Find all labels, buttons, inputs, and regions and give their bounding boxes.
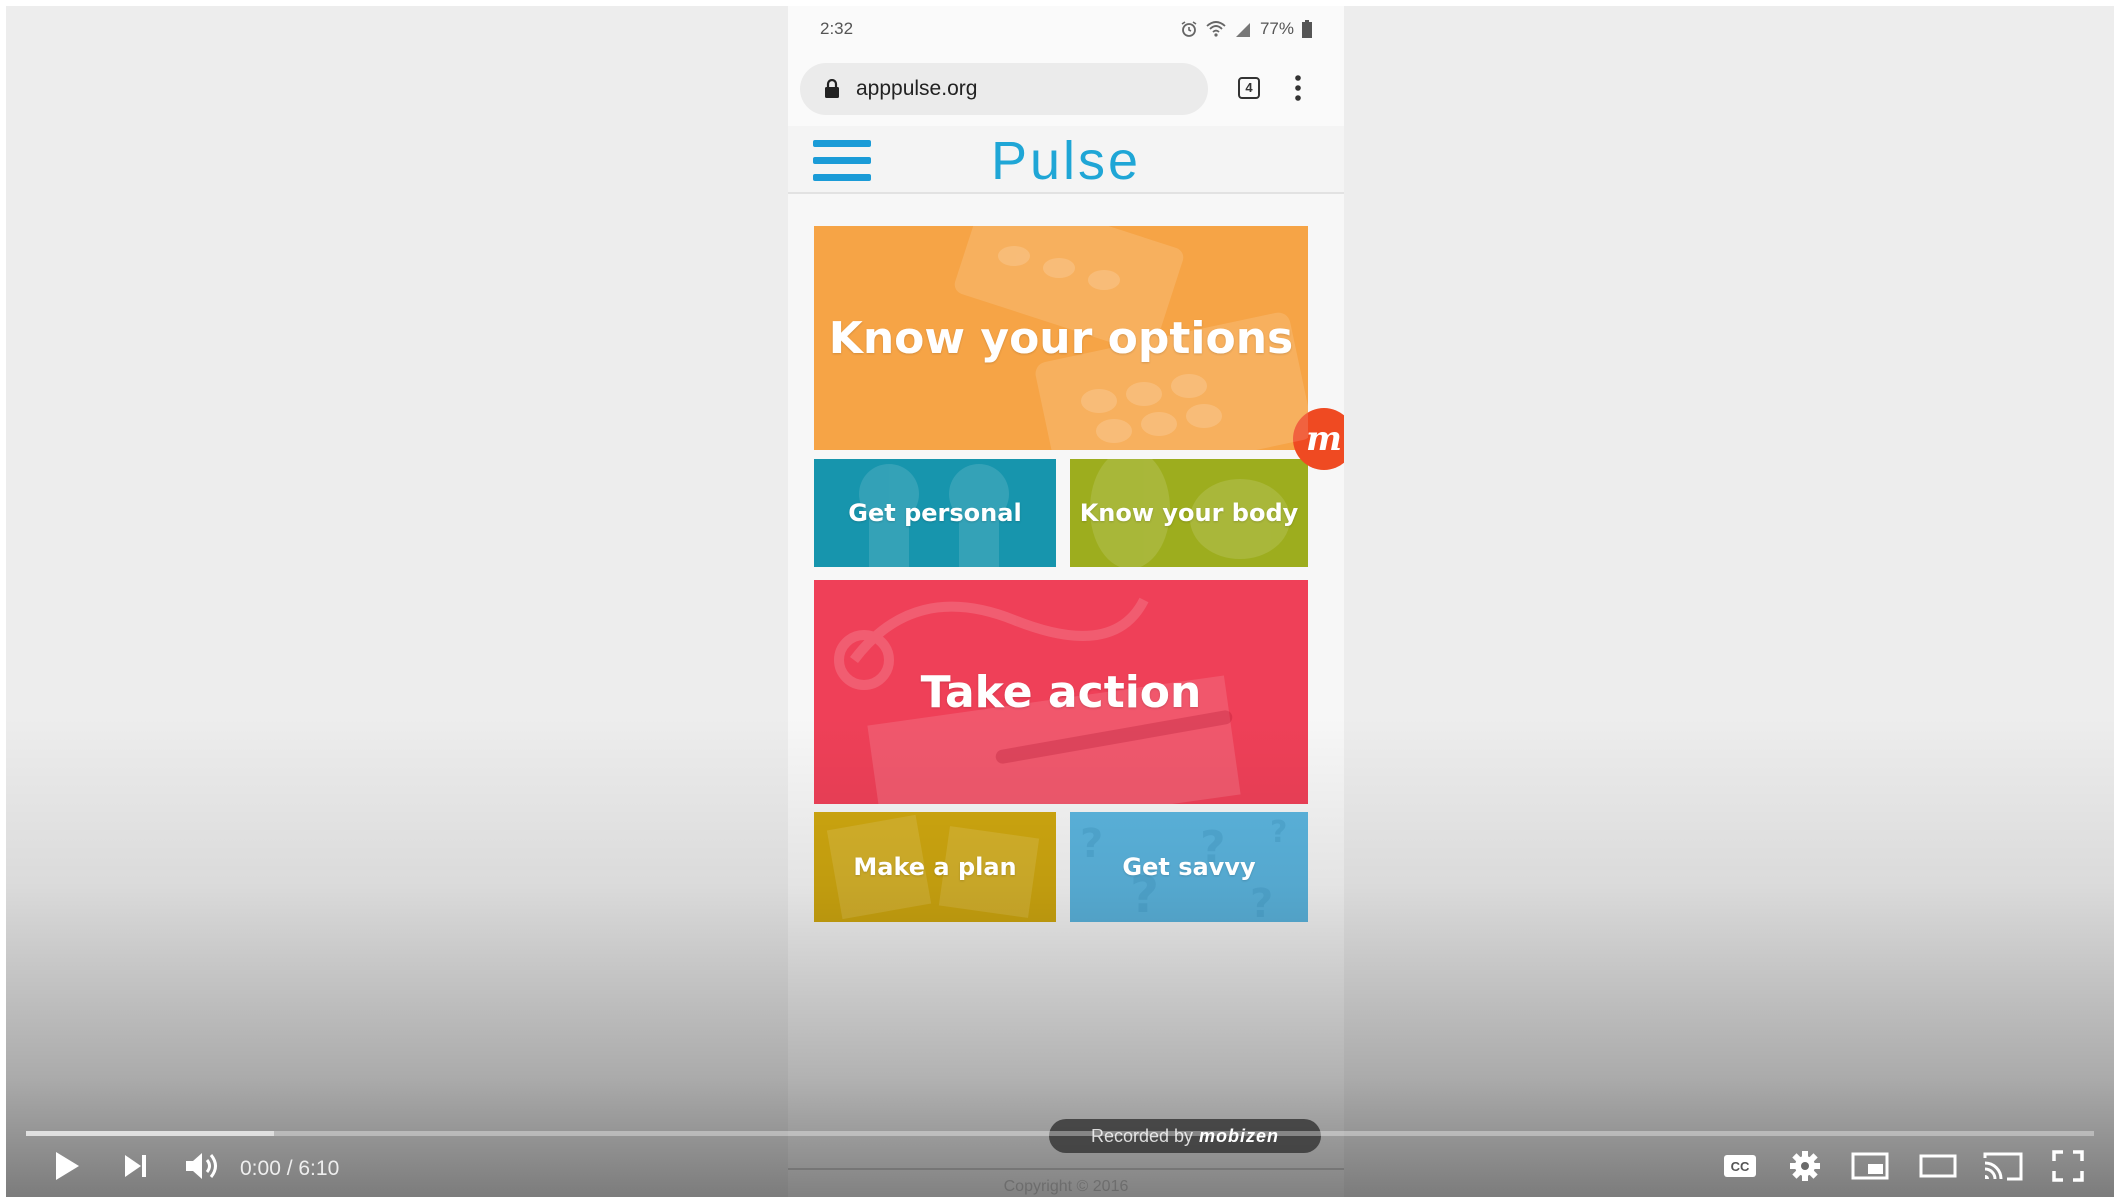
footer-divider: [788, 1168, 1344, 1170]
tile-label: Make a plan: [853, 853, 1017, 881]
video-player[interactable]: 2:32 77% apppulse.org 4 Pulse Know your …: [6, 6, 2114, 1197]
tile-label: Get personal: [848, 499, 1022, 527]
app-header: Pulse: [788, 126, 1344, 194]
status-icons: 77%: [1180, 19, 1312, 39]
play-icon[interactable]: [52, 1149, 82, 1183]
address-bar[interactable]: apppulse.org: [800, 63, 1208, 115]
phone-screen: 2:32 77% apppulse.org 4 Pulse Know your …: [788, 6, 1344, 1197]
tab-switcher-button[interactable]: 4: [1238, 77, 1260, 99]
svg-text:CC: CC: [1731, 1159, 1750, 1174]
signal-icon: [1235, 23, 1250, 37]
get-savvy-tile[interactable]: ? ? ? ? ? Get savvy: [1070, 812, 1308, 922]
watermark-prefix: Recorded by: [1090, 1125, 1194, 1146]
make-a-plan-tile[interactable]: Make a plan: [814, 812, 1056, 922]
tile-label: Take action: [920, 666, 1202, 718]
take-action-tile[interactable]: Take action: [814, 580, 1308, 804]
status-time: 2:32: [820, 19, 854, 38]
know-your-body-tile[interactable]: Know your body: [1070, 459, 1308, 567]
progress-bar[interactable]: [26, 1131, 2094, 1136]
app-title: Pulse: [990, 131, 1142, 191]
hamburger-menu-icon[interactable]: [813, 140, 871, 182]
tile-label: Get savvy: [1122, 853, 1256, 881]
wifi-icon: [1206, 21, 1226, 37]
fullscreen-icon[interactable]: [2051, 1149, 2085, 1183]
svg-text:?: ?: [1080, 821, 1103, 867]
recorded-by-watermark: Recorded by mobizen: [1049, 1119, 1321, 1153]
browser-menu-icon[interactable]: [1294, 74, 1302, 102]
volume-icon[interactable]: [184, 1149, 222, 1183]
captions-icon[interactable]: CC: [1722, 1149, 1758, 1183]
battery-icon: [1302, 20, 1312, 38]
settings-icon[interactable]: [1788, 1149, 1822, 1183]
next-icon[interactable]: [121, 1149, 151, 1183]
miniplayer-icon[interactable]: [1850, 1149, 1890, 1183]
browser-toolbar: apppulse.org 4: [788, 54, 1344, 126]
watermark-brand: mobizen: [1199, 1125, 1280, 1146]
svg-text:?: ?: [1270, 815, 1287, 850]
lock-icon: [825, 79, 839, 98]
battery-percent: 77%: [1259, 19, 1294, 38]
theater-mode-icon[interactable]: [1918, 1149, 1958, 1183]
get-personal-tile[interactable]: Get personal: [814, 459, 1056, 567]
svg-text:?: ?: [1250, 881, 1273, 922]
know-your-options-tile[interactable]: Know your options: [814, 226, 1308, 450]
tile-label: Know your options: [828, 312, 1294, 364]
buffered-progress: [26, 1131, 275, 1136]
alarm-icon: [1181, 21, 1197, 37]
time-display: 0:00 / 6:10: [240, 1157, 340, 1180]
footer-copyright: Copyright © 2016: [1003, 1178, 1129, 1195]
url-text[interactable]: apppulse.org: [856, 77, 977, 101]
cast-icon[interactable]: [1982, 1149, 2024, 1183]
tile-label: Know your body: [1079, 499, 1299, 527]
status-bar: 2:32 77%: [788, 6, 1344, 54]
